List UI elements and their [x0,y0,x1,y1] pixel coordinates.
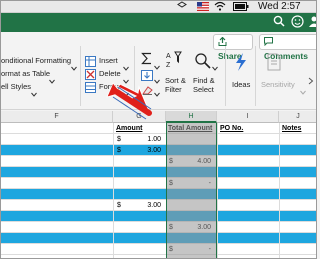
excel-window: Wed 2:57 PM Share Comments onditional Fo… [0,0,317,259]
annotation-layer [106,82,152,120]
